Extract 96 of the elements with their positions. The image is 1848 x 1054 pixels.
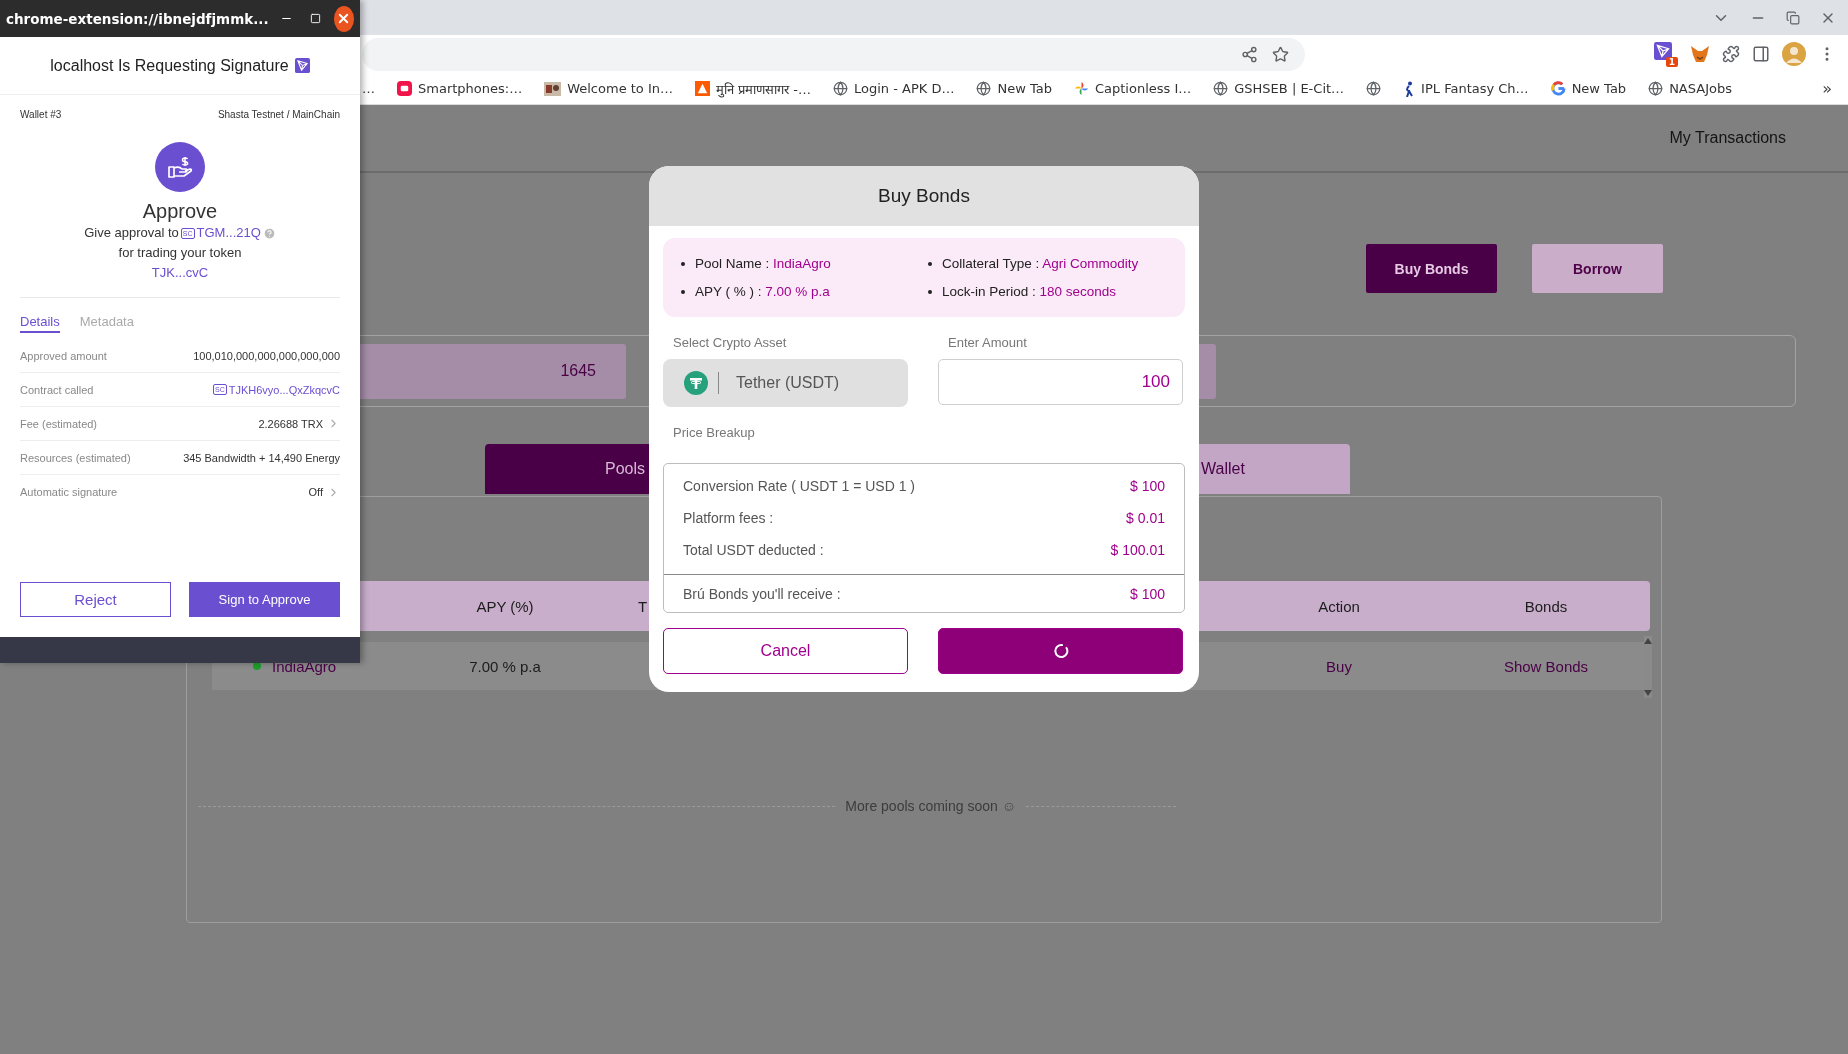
help-icon [262,226,276,240]
buy-link[interactable]: Buy [1230,657,1448,675]
reject-button[interactable]: Reject [20,582,171,617]
window-title: chrome-extension://ibnejdfjmmk... [6,10,269,27]
action-button[interactable]: Borrow [1532,244,1663,293]
field-label: Select Crypto Asset [672,335,788,350]
pool-info-text: Pool Name : IndiaAgro [695,256,831,271]
close-button[interactable] [333,5,354,32]
cancel-button[interactable]: Cancel [663,628,908,674]
nav-link[interactable]: My Transactions [1669,129,1786,147]
bookmark-item[interactable]: Smartphones:… [397,81,523,96]
bookmark-item[interactable]: NASAJobs [1648,81,1732,96]
tether-icon [684,371,708,395]
breakup-label: Platform fees : [683,510,774,526]
column-header: T [637,597,649,615]
network-name: Shasta Testnet / MainChain [217,109,340,120]
detail-label: Approved amount [20,349,107,362]
hand-coin-icon [167,155,193,179]
detail-value: 345 Bandwidth + 14,490 Energy [183,451,340,464]
bookmark-item[interactable]: Welcome to In… [544,81,674,96]
bookmark-item[interactable] [1366,81,1382,96]
approve-button[interactable]: Sign to Approve [189,582,340,617]
approval-text: Give approval to [84,224,179,242]
bookmark-item[interactable]: New Tab [976,81,1052,96]
bookmark-item[interactable]: Captionless I… [1073,81,1192,96]
detail-expand-button[interactable]: Off [308,485,340,499]
breakup-value: $ 100.01 [1110,542,1165,558]
bookmark-item[interactable]: Login - APK D… [833,81,955,96]
approval-text: for trading your token [118,244,242,262]
bookmark-item[interactable]: … [362,81,375,96]
action-title: Approve [142,200,218,223]
token-link[interactable]: TJK...cvC [151,263,209,283]
column-header: Action [1317,597,1361,615]
detail-label: Fee (estimated) [20,417,98,430]
pool-info-text: Collateral Type : Agri Commodity [942,256,1139,271]
bullet-icon [681,289,685,294]
side-panel-icon[interactable] [1752,45,1770,63]
detail-expand-button[interactable]: 2.26688 TRX [258,417,340,430]
app-icon [397,81,412,96]
restore-button[interactable] [1786,10,1800,25]
globe-icon [833,81,848,96]
multicolor-ring-icon [1550,81,1566,96]
notification-badge: 1 [1665,56,1678,67]
image-icon [544,81,562,96]
scroll-up-icon[interactable] [1644,638,1652,644]
table-cell-text: 7.00 % p.a [468,657,542,675]
breakup-value: $ 0.01 [1126,510,1165,526]
bookmark-star-icon[interactable] [1272,45,1289,63]
detail-label: Resources (estimated) [20,451,131,464]
detail-value: 100,010,000,000,000,000,000 [193,349,340,362]
globe-icon [976,81,992,96]
asset-select[interactable]: Tether (USDT) [663,359,908,407]
extensions-icon[interactable] [1722,45,1740,63]
scroll-down-icon[interactable] [1644,690,1652,696]
stat-value: 1645 [560,362,596,380]
bullet-icon [928,289,932,294]
bookmark-item[interactable]: IPL Fantasy Ch… [1403,80,1529,97]
section-label: Price Breakup [672,425,756,440]
action-button[interactable]: Buy Bonds [1366,244,1497,293]
pool-info-text: APY ( % ) : 7.00 % p.a [695,284,830,299]
triangle-icon [695,81,711,96]
extension-button[interactable]: 1 [1654,41,1678,67]
paper-plane-icon [1654,41,1672,60]
breakup-label: Brú Bonds you'll receive : [683,585,841,602]
bookmark-item[interactable]: GSHSEB | E-Cit… [1213,81,1345,96]
dialog-heading: localhost Is Requesting Signature [50,56,289,75]
amount-input[interactable]: 100 [938,359,1183,405]
breakup-label: Total USDT deducted : [683,542,824,558]
show-bonds-link[interactable]: Show Bonds [1448,657,1644,675]
bullet-icon [681,261,685,266]
fox-icon[interactable] [1690,45,1710,63]
pool-info-text: Lock-in Period : 180 seconds [942,284,1117,299]
more-bookmarks-button[interactable]: » [1822,79,1832,98]
footer-text: More pools coming soon ☺ [845,798,1016,814]
detail-label: Automatic signature [20,486,118,498]
globe-icon [1213,81,1229,96]
maximize-icon [309,13,321,24]
bookmark-item[interactable]: New Tab [1550,81,1627,96]
share-icon[interactable] [1241,45,1258,63]
pinwheel-icon [1073,81,1089,96]
detail-label: Contract called [20,383,94,396]
globe-icon [1648,81,1664,96]
breakup-value: $ 100 [1129,585,1165,602]
column-header: Bonds [1523,597,1569,615]
paper-plane-icon [294,58,310,73]
column-header: APY (%) [475,597,535,615]
field-label: Enter Amount [947,335,1028,350]
bookmark-item[interactable]: मुनि प्रमाणसागर -… [695,79,811,98]
figure-icon [1403,80,1416,97]
bullet-icon [928,261,932,266]
tab[interactable]: Details [20,314,60,333]
globe-icon [1366,81,1382,96]
breakup-value: $ 100 [1129,478,1165,494]
modal-title: Buy Bonds [878,185,970,207]
wallet-name: Wallet #3 [20,109,62,120]
contract-link[interactable]: TGM...21Q [196,223,261,243]
